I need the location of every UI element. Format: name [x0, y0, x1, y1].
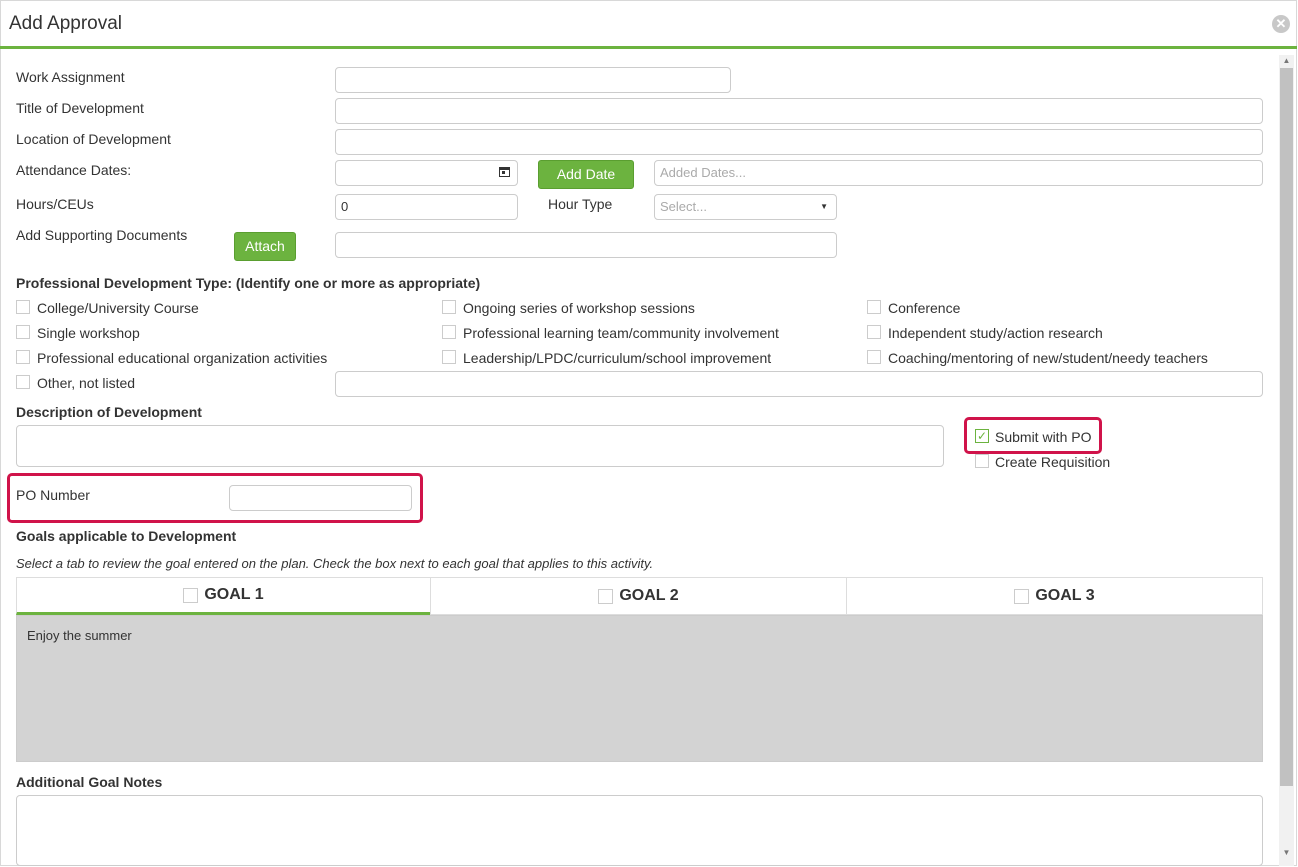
- tab-goal-1-label: GOAL 1: [204, 586, 264, 603]
- calendar-icon[interactable]: [499, 167, 510, 177]
- pd-option-label: Independent study/action research: [888, 325, 1103, 341]
- dialog-title: Add Approval: [9, 13, 123, 34]
- tab-goal-1[interactable]: GOAL 1: [16, 577, 431, 615]
- hour-type-select[interactable]: Select... ▼: [654, 194, 837, 220]
- added-dates-field[interactable]: Added Dates...: [654, 160, 1263, 186]
- tab-goal-3-label: GOAL 3: [1035, 587, 1095, 604]
- caret-down-icon: ▼: [820, 202, 828, 211]
- po-number-input[interactable]: [229, 485, 412, 511]
- pd-option-checkbox[interactable]: [867, 300, 881, 314]
- pd-option-label: Leadership/LPDC/curriculum/school improv…: [463, 350, 772, 366]
- goals-heading: Goals applicable to Development: [16, 528, 237, 544]
- attendance-date-input[interactable]: [335, 160, 518, 186]
- attach-button[interactable]: Attach: [234, 232, 296, 261]
- attached-documents-field[interactable]: [335, 232, 837, 258]
- close-icon[interactable]: ✕: [1272, 15, 1290, 33]
- description-textarea[interactable]: [16, 425, 944, 467]
- submit-with-po-label: Submit with PO: [995, 429, 1092, 445]
- pd-option-checkbox[interactable]: [16, 350, 30, 364]
- title-of-development-label: Title of Development: [16, 100, 144, 116]
- supporting-documents-label: Add Supporting Documents: [16, 227, 188, 243]
- pd-option-checkbox[interactable]: [16, 325, 30, 339]
- goal-content-panel: Enjoy the summer: [16, 615, 1263, 762]
- pd-option-checkbox[interactable]: [442, 325, 456, 339]
- pd-other-checkbox[interactable]: [16, 375, 30, 389]
- create-requisition-label: Create Requisition: [995, 454, 1111, 470]
- create-requisition-checkbox[interactable]: [975, 454, 989, 468]
- pd-option-label: College/University Course: [37, 300, 199, 316]
- goal-2-checkbox[interactable]: [598, 588, 614, 604]
- hour-type-label: Hour Type: [548, 196, 613, 212]
- work-assignment-label: Work Assignment: [16, 69, 125, 85]
- add-date-button[interactable]: Add Date: [538, 160, 634, 189]
- hour-type-selected: Select...: [660, 199, 707, 214]
- pd-option-label: Ongoing series of workshop sessions: [463, 300, 695, 316]
- description-heading: Description of Development: [16, 404, 202, 420]
- pd-option-checkbox[interactable]: [442, 300, 456, 314]
- pd-option-label: Conference: [888, 300, 961, 316]
- pd-option-checkbox[interactable]: [867, 350, 881, 364]
- hours-ceus-label: Hours/CEUs: [16, 196, 94, 212]
- additional-notes-heading: Additional Goal Notes: [16, 774, 163, 790]
- goal-text: Enjoy the summer: [27, 628, 132, 643]
- pd-option-checkbox[interactable]: [867, 325, 881, 339]
- scroll-up-arrow-icon[interactable]: ▲: [1280, 56, 1293, 66]
- header-divider: [0, 46, 1297, 49]
- pd-option-checkbox[interactable]: [442, 350, 456, 364]
- location-of-development-label: Location of Development: [16, 131, 171, 147]
- scroll-down-arrow-icon[interactable]: ▼: [1280, 848, 1293, 858]
- po-number-label: PO Number: [16, 487, 90, 503]
- pd-option-checkbox[interactable]: [16, 300, 30, 314]
- pd-option-label: Coaching/mentoring of new/student/needy …: [888, 350, 1208, 366]
- title-of-development-input[interactable]: [335, 98, 1263, 124]
- tab-goal-2[interactable]: GOAL 2: [430, 577, 847, 615]
- scrollbar-thumb[interactable]: [1280, 68, 1293, 786]
- goals-instructions: Select a tab to review the goal entered …: [16, 556, 654, 571]
- tab-goal-3[interactable]: GOAL 3: [846, 577, 1263, 615]
- work-assignment-input[interactable]: [335, 67, 731, 93]
- additional-notes-textarea[interactable]: [16, 795, 1263, 866]
- goal-3-checkbox[interactable]: [1014, 588, 1030, 604]
- pd-option-label: Professional educational organization ac…: [37, 350, 328, 366]
- pd-type-heading: Professional Development Type: (Identify…: [16, 275, 481, 291]
- goal-1-checkbox[interactable]: [183, 587, 199, 603]
- submit-with-po-checkbox[interactable]: ✓: [975, 429, 989, 443]
- pd-other-input[interactable]: [335, 371, 1263, 397]
- hours-ceus-input[interactable]: 0: [335, 194, 518, 220]
- location-of-development-input[interactable]: [335, 129, 1263, 155]
- attendance-dates-label: Attendance Dates:: [16, 162, 132, 178]
- pd-other-label: Other, not listed: [37, 375, 136, 391]
- pd-option-label: Single workshop: [37, 325, 140, 341]
- pd-option-label: Professional learning team/community inv…: [463, 325, 779, 341]
- tab-goal-2-label: GOAL 2: [619, 587, 679, 604]
